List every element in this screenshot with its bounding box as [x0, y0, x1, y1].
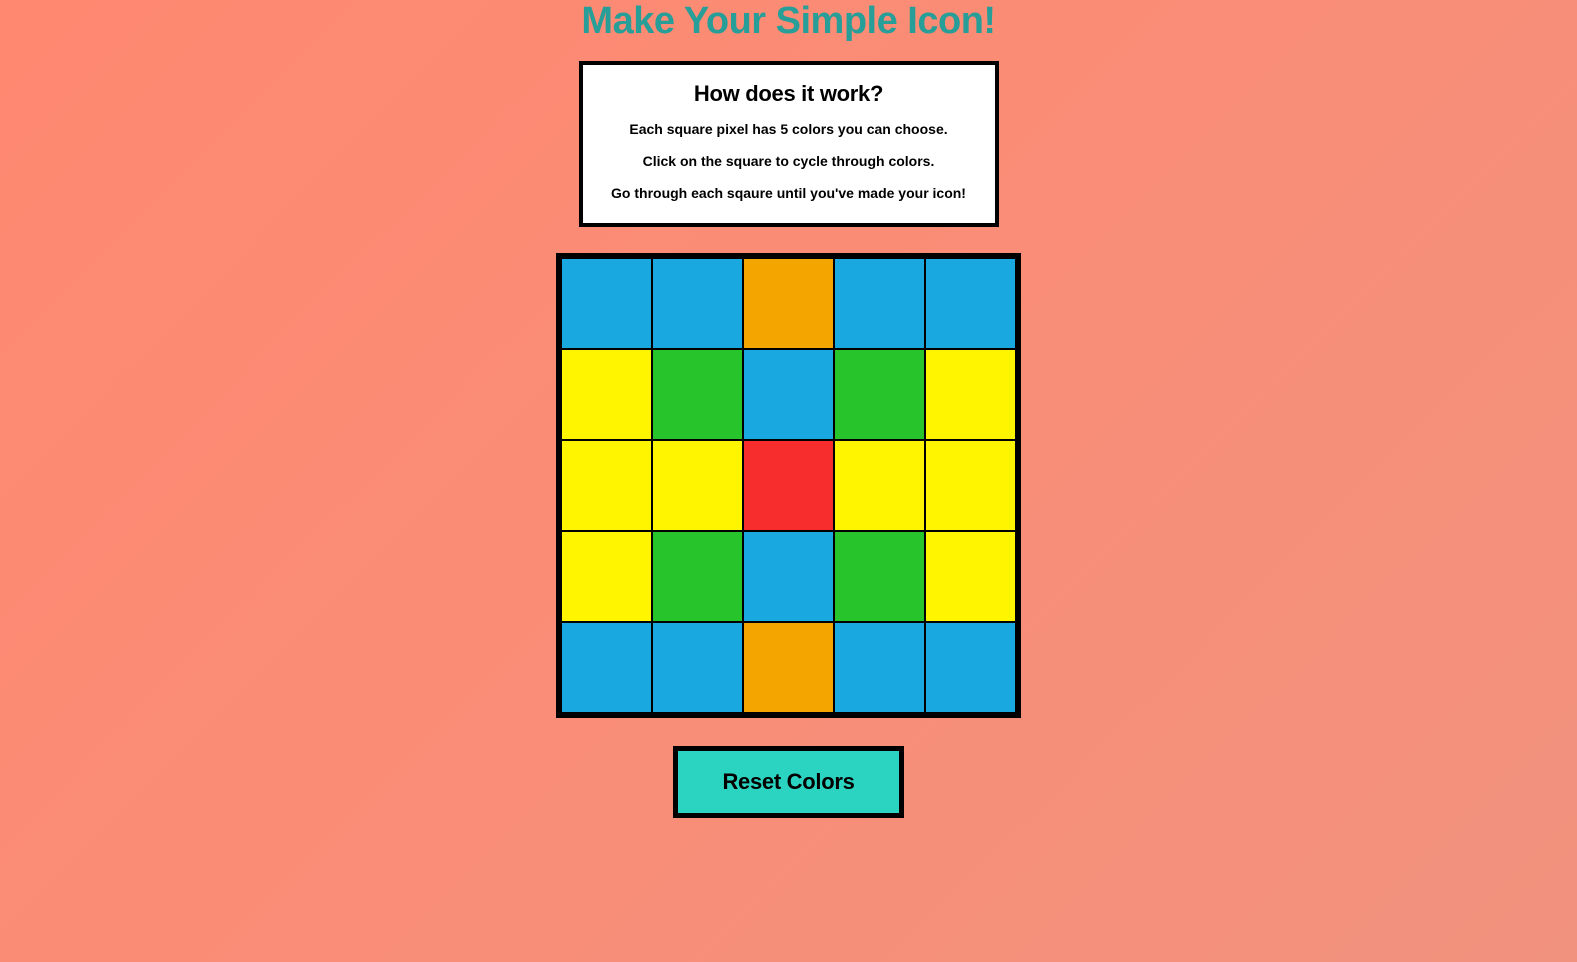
pixel-cell[interactable] [835, 623, 924, 712]
pixel-cell[interactable] [653, 623, 742, 712]
instructions-panel: How does it work? Each square pixel has … [579, 61, 999, 227]
pixel-cell[interactable] [744, 623, 833, 712]
reset-colors-button[interactable]: Reset Colors [673, 746, 903, 818]
pixel-grid [562, 259, 1015, 712]
instructions-line-2: Click on the square to cycle through col… [605, 153, 973, 169]
pixel-cell[interactable] [653, 259, 742, 348]
pixel-cell[interactable] [835, 350, 924, 439]
pixel-cell[interactable] [653, 441, 742, 530]
instructions-line-3: Go through each sqaure until you've made… [605, 185, 973, 201]
instructions-line-1: Each square pixel has 5 colors you can c… [605, 121, 973, 137]
pixel-cell[interactable] [835, 532, 924, 621]
instructions-heading: How does it work? [605, 81, 973, 107]
pixel-cell[interactable] [926, 259, 1015, 348]
instructions-text: you can choose. [834, 121, 948, 137]
pixel-cell[interactable] [562, 623, 651, 712]
pixel-cell[interactable] [744, 259, 833, 348]
pixel-cell[interactable] [926, 441, 1015, 530]
pixel-cell[interactable] [562, 350, 651, 439]
page-title: Make Your Simple Icon! [581, 0, 995, 43]
pixel-cell[interactable] [926, 623, 1015, 712]
pixel-cell[interactable] [926, 350, 1015, 439]
pixel-cell[interactable] [653, 350, 742, 439]
pixel-cell[interactable] [926, 532, 1015, 621]
pixel-cell[interactable] [744, 532, 833, 621]
instructions-bold: 5 colors [780, 121, 834, 137]
pixel-cell[interactable] [653, 532, 742, 621]
pixel-cell[interactable] [562, 532, 651, 621]
pixel-grid-container [556, 253, 1021, 718]
pixel-cell[interactable] [835, 259, 924, 348]
pixel-cell[interactable] [562, 441, 651, 530]
pixel-cell[interactable] [744, 441, 833, 530]
pixel-cell[interactable] [562, 259, 651, 348]
instructions-text: Each square pixel has [629, 121, 780, 137]
pixel-cell[interactable] [744, 350, 833, 439]
pixel-cell[interactable] [835, 441, 924, 530]
